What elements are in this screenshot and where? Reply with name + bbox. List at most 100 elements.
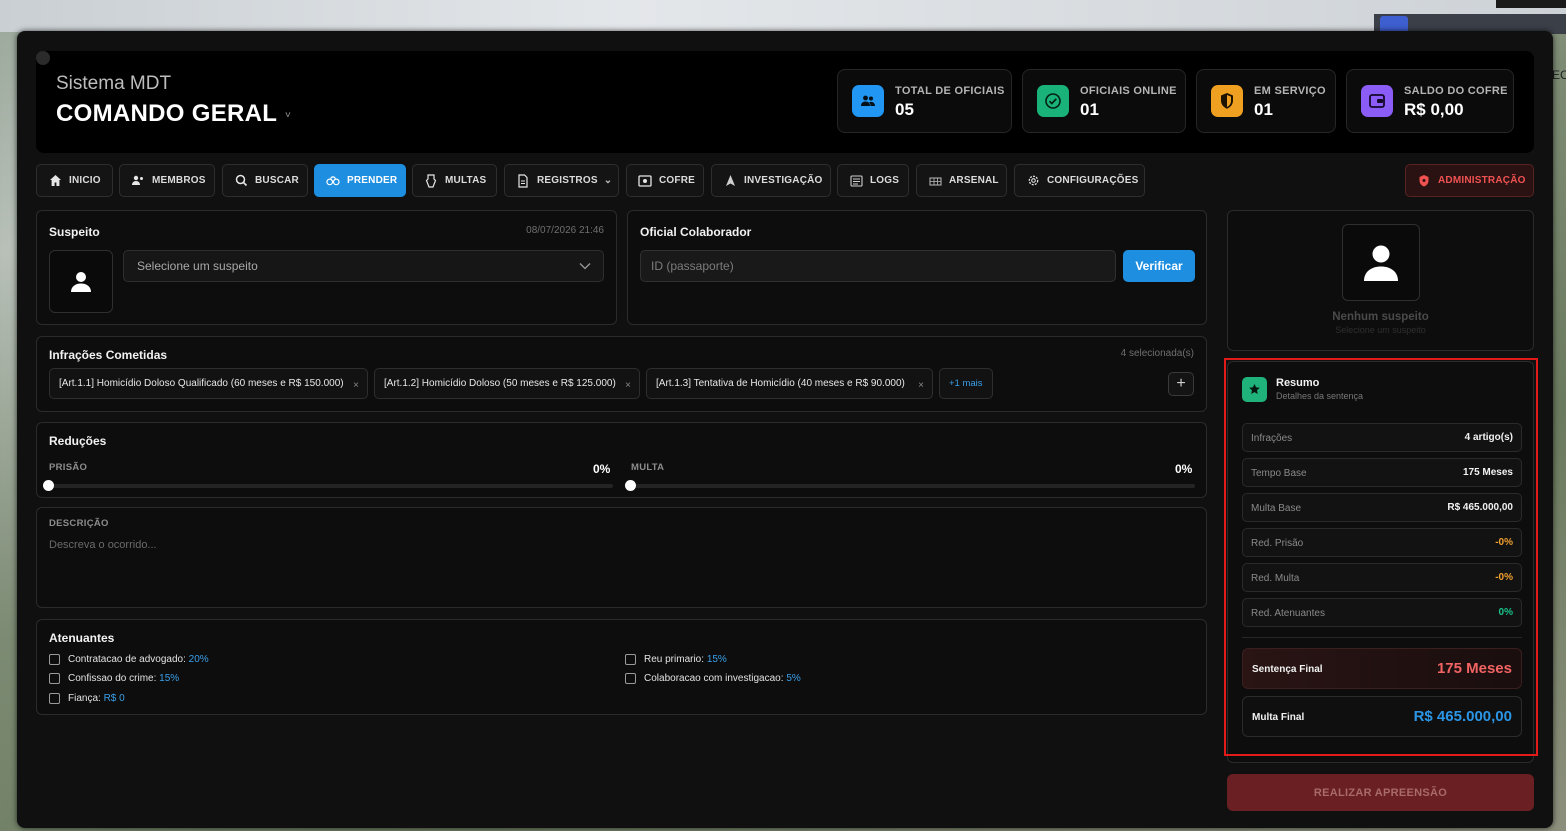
- selected-count: 4 selecionada(s): [1120, 348, 1194, 359]
- tab-logs[interactable]: LOGS: [837, 164, 909, 197]
- suspect-card: Nenhum suspeito Selecione um suspeito: [1227, 210, 1534, 351]
- mitigating-label: Fiança:: [68, 693, 101, 704]
- infraction-chip[interactable]: [Art.1.1] Homicídio Doloso Qualificado (…: [49, 368, 368, 399]
- row-value: -0%: [1495, 572, 1513, 583]
- verify-button[interactable]: Verificar: [1123, 250, 1195, 282]
- prison-slider-thumb[interactable]: [43, 480, 54, 491]
- tab-arsenal[interactable]: ARSENAL: [916, 164, 1007, 197]
- tab-label: MULTAS: [445, 175, 487, 186]
- infraction-chip[interactable]: [Art.1.3] Tentativa de Homicídio (40 mes…: [646, 368, 933, 399]
- game-background-corner: [1496, 0, 1566, 8]
- mitigating-collaboration[interactable]: Colaboracao com investigacao: 5%: [625, 673, 801, 684]
- tab-label: INICIO: [69, 175, 101, 186]
- prison-slider-track[interactable]: [49, 484, 613, 488]
- close-icon[interactable]: ×: [625, 380, 631, 391]
- close-icon[interactable]: ×: [918, 380, 924, 391]
- submit-arrest-button[interactable]: REALIZAR APREENSÃO: [1227, 774, 1534, 811]
- checkbox[interactable]: [625, 673, 636, 684]
- stat-value: 01: [1080, 100, 1099, 119]
- mitigating-value: 15%: [159, 673, 180, 684]
- tab-label: ARSENAL: [949, 175, 999, 186]
- suspect-card-avatar: [1342, 224, 1420, 301]
- mitigating-bail[interactable]: Fiança: R$ 0: [49, 693, 125, 704]
- row-value: R$ 465.000,00: [1447, 502, 1513, 513]
- no-suspect-label: Nenhum suspeito: [1332, 311, 1429, 323]
- no-suspect-hint: Selecione um suspeito: [1335, 325, 1426, 335]
- infraction-chip[interactable]: [Art.1.2] Homicídio Doloso (50 meses e R…: [374, 368, 640, 399]
- infractions-title: Infrações Cometidas: [49, 348, 168, 362]
- tab-multas[interactable]: MULTAS: [412, 164, 497, 197]
- stat-label: TOTAL DE OFICIAIS: [895, 85, 1005, 97]
- summary-row-base-time: Tempo Base 175 Meses: [1242, 458, 1522, 487]
- stat-label: EM SERVIÇO: [1254, 85, 1326, 97]
- tab-label: ADMINISTRAÇÃO: [1438, 175, 1526, 186]
- tab-prender[interactable]: PRENDER: [314, 164, 406, 197]
- more-infractions-button[interactable]: +1 mais: [939, 368, 993, 399]
- mitigating-lawyer[interactable]: Contratacao de advogado: 20%: [49, 654, 209, 665]
- officer-title: Oficial Colaborador: [640, 225, 752, 239]
- description-label: DESCRIÇÃO: [49, 518, 109, 529]
- final-sentence: Sentença Final 175 Meses: [1242, 648, 1522, 689]
- fine-slider-track[interactable]: [631, 484, 1195, 488]
- stat-officers-online: OFICIAIS ONLINE 01: [1022, 69, 1186, 133]
- document-icon: [516, 173, 530, 188]
- summary-row-base-fine: Multa Base R$ 465.000,00: [1242, 493, 1522, 522]
- final-fine: Multa Final R$ 465.000,00: [1242, 696, 1522, 737]
- tab-inicio[interactable]: INICIO: [36, 164, 113, 197]
- reductions-panel: Reduções PRISÃO 0% MULTA 0%: [36, 422, 1207, 498]
- tab-membros[interactable]: MEMBROS: [119, 164, 215, 197]
- tab-label: BUSCAR: [255, 175, 299, 186]
- window-dot: [36, 51, 50, 65]
- description-panel[interactable]: DESCRIÇÃO Descreva o ocorrido...: [36, 507, 1207, 608]
- row-key: Red. Multa: [1251, 573, 1300, 584]
- description-textarea[interactable]: Descreva o ocorrido...: [49, 539, 157, 551]
- fine-label: MULTA: [631, 462, 665, 473]
- navigation-icon: [723, 174, 737, 188]
- passport-input[interactable]: [640, 250, 1116, 282]
- user-icon: [1364, 245, 1398, 281]
- home-icon: [48, 174, 62, 188]
- checkbox[interactable]: [49, 693, 60, 704]
- add-infraction-button[interactable]: +: [1168, 372, 1194, 396]
- department-title[interactable]: COMANDO GERAL: [56, 100, 277, 128]
- shield-icon: [1417, 174, 1431, 188]
- stat-value: 01: [1254, 100, 1273, 119]
- final-fine-value: R$ 465.000,00: [1413, 708, 1512, 725]
- game-background: [0, 0, 1566, 32]
- tab-label: CONFIGURAÇÕES: [1047, 175, 1139, 186]
- suspect-panel: Suspeito 08/07/2026 21:46 Selecione um s…: [36, 210, 617, 325]
- row-value: 175 Meses: [1462, 467, 1513, 478]
- checkbox[interactable]: [49, 673, 60, 684]
- final-sentence-label: Sentença Final: [1252, 664, 1323, 675]
- infractions-panel: Infrações Cometidas 4 selecionada(s) [Ar…: [36, 336, 1207, 412]
- tab-registros[interactable]: REGISTROS ⌄: [504, 164, 619, 197]
- checkbox[interactable]: [49, 654, 60, 665]
- mitigating-confession[interactable]: Confissao do crime: 15%: [49, 673, 179, 684]
- checkbox[interactable]: [625, 654, 636, 665]
- tab-buscar[interactable]: BUSCAR: [222, 164, 308, 197]
- mitigating-first-offender[interactable]: Reu primario: 15%: [625, 654, 727, 665]
- mitigating-value: 5%: [786, 673, 801, 684]
- users-icon: [852, 85, 884, 117]
- chevron-down-icon[interactable]: ˅: [285, 110, 291, 121]
- tab-investigacao[interactable]: INVESTIGAÇÃO: [711, 164, 831, 197]
- summary-row-mitigating-reduction: Red. Atenuantes 0%: [1242, 598, 1522, 627]
- mdt-window: Sistema MDT COMANDO GERAL ˅ TOTAL DE OFI…: [17, 31, 1553, 828]
- tab-configuracoes[interactable]: CONFIGURAÇÕES: [1014, 164, 1145, 197]
- user-icon: [71, 271, 91, 292]
- handcuffs-icon: [326, 174, 340, 188]
- close-icon[interactable]: ×: [353, 380, 359, 391]
- header: Sistema MDT COMANDO GERAL ˅ TOTAL DE OFI…: [36, 51, 1534, 153]
- tab-cofre[interactable]: COFRE: [626, 164, 704, 197]
- suspect-select[interactable]: Selecione um suspeito: [123, 250, 604, 282]
- logs-icon: [849, 174, 863, 188]
- datetime-label: 08/07/2026 21:46: [526, 225, 604, 236]
- search-icon: [234, 174, 248, 188]
- tab-administracao[interactable]: ADMINISTRAÇÃO: [1405, 164, 1534, 197]
- summary-title: Resumo: [1276, 377, 1320, 389]
- row-key: Tempo Base: [1251, 468, 1307, 479]
- fine-slider-thumb[interactable]: [625, 480, 636, 491]
- wallet-icon: [1361, 85, 1393, 117]
- nav-tabs: INICIO MEMBROS BUSCAR PRENDER MULTAS REG…: [36, 164, 1534, 197]
- mitigating-value: 20%: [188, 654, 209, 665]
